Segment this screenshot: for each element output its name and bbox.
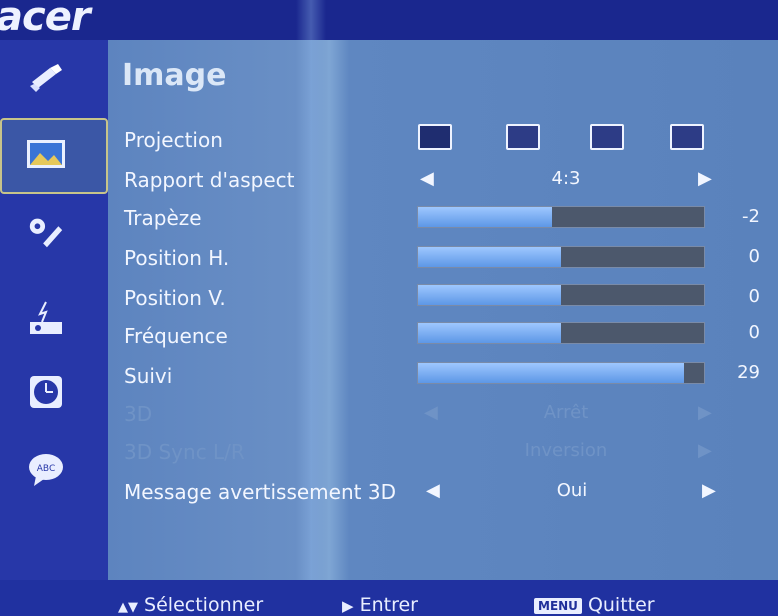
- menu-title: Image: [122, 58, 227, 93]
- timer-icon[interactable]: [26, 372, 66, 412]
- footer-quit: MENU Quitter: [534, 594, 655, 616]
- position-h-slider[interactable]: [417, 246, 705, 268]
- tracking-value: 29: [737, 362, 760, 383]
- tracking-fill: [418, 363, 684, 383]
- projection-rear-desk-icon[interactable]: [590, 124, 624, 150]
- projection-front-desk-icon[interactable]: [418, 124, 452, 150]
- svg-text:ABC: ABC: [37, 464, 55, 474]
- projection-front-ceiling-icon[interactable]: [506, 124, 540, 150]
- screen-glare: [296, 0, 326, 616]
- keystone-fill: [418, 207, 553, 227]
- aspect-value: 4:3: [551, 168, 581, 189]
- keystone-slider[interactable]: [417, 206, 705, 228]
- up-down-arrows-icon: ▲▼: [118, 600, 138, 615]
- row-label-projection[interactable]: Projection: [124, 128, 223, 152]
- top-bar: acer: [0, 0, 778, 40]
- row-label-tracking[interactable]: Suivi: [124, 364, 172, 388]
- row-label-keystone[interactable]: Trapèze: [124, 206, 202, 230]
- 3d-left-arrow-icon: ◀: [424, 402, 438, 423]
- row-label-3d-warning[interactable]: Message avertissement 3D: [124, 480, 396, 504]
- row-label-3d: 3D: [124, 402, 153, 426]
- footer-select-label: Sélectionner: [144, 594, 264, 616]
- 3d-warning-left-arrow-icon[interactable]: ◀: [426, 480, 440, 501]
- row-label-3d-sync: 3D Sync L/R: [124, 440, 245, 464]
- frequency-value: 0: [748, 322, 760, 343]
- image-icon[interactable]: [26, 134, 66, 174]
- 3d-right-arrow-icon: ▶: [698, 402, 712, 423]
- 3d-value: Arrêt: [543, 402, 589, 423]
- settings-tools-icon[interactable]: [26, 212, 66, 252]
- row-label-position-h[interactable]: Position H.: [124, 246, 229, 270]
- frequency-slider[interactable]: [417, 322, 705, 344]
- projector-management-icon[interactable]: [26, 298, 66, 338]
- language-icon[interactable]: ABC: [26, 450, 66, 490]
- 3d-sync-right-arrow-icon: ▶: [698, 440, 712, 461]
- frequency-fill: [418, 323, 561, 343]
- row-label-position-v[interactable]: Position V.: [124, 286, 226, 310]
- aspect-right-arrow-icon[interactable]: ▶: [698, 168, 712, 189]
- acer-logo: acer: [0, 0, 91, 40]
- footer-select: ▲▼ Sélectionner: [118, 594, 263, 616]
- 3d-sync-value: Inversion: [524, 440, 608, 461]
- projection-rear-ceiling-icon[interactable]: [670, 124, 704, 150]
- position-v-value: 0: [748, 286, 760, 307]
- position-v-fill: [418, 285, 561, 305]
- keystone-value: -2: [742, 206, 760, 227]
- row-label-aspect-ratio[interactable]: Rapport d'aspect: [124, 168, 294, 192]
- footer-enter: ▶ Entrer: [342, 594, 418, 616]
- footer-quit-label: Quitter: [587, 594, 655, 616]
- right-arrow-icon: ▶: [342, 597, 354, 615]
- position-h-fill: [418, 247, 561, 267]
- position-v-slider[interactable]: [417, 284, 705, 306]
- footer-enter-label: Entrer: [359, 594, 418, 616]
- menu-key-badge: MENU: [534, 597, 582, 614]
- aspect-left-arrow-icon[interactable]: ◀: [420, 168, 434, 189]
- 3d-warning-right-arrow-icon[interactable]: ▶: [702, 480, 716, 501]
- position-h-value: 0: [748, 246, 760, 267]
- 3d-warning-value: Oui: [556, 480, 588, 501]
- row-label-frequency[interactable]: Fréquence: [124, 324, 228, 348]
- color-brush-icon[interactable]: [26, 58, 66, 98]
- tracking-slider[interactable]: [417, 362, 705, 384]
